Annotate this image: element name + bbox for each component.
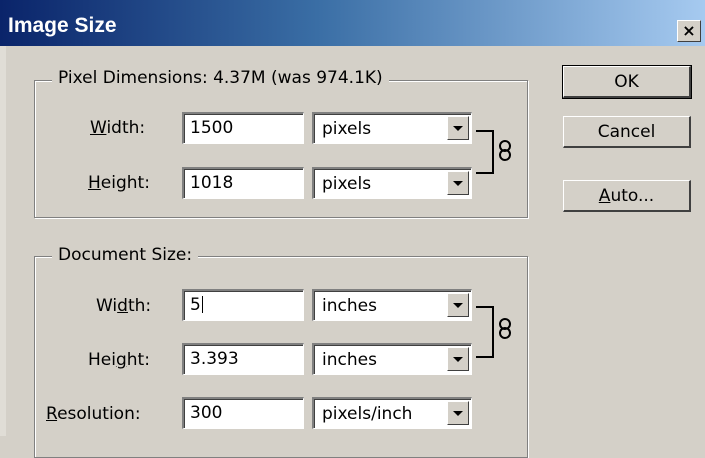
- window-edge: [0, 46, 6, 436]
- window-title: Image Size: [8, 14, 117, 37]
- dropdown-arrow-icon[interactable]: [447, 293, 469, 317]
- pixel-height-input[interactable]: 1018: [182, 167, 304, 199]
- pixel-height-label: Height:: [88, 173, 150, 193]
- resolution-input[interactable]: 300: [182, 397, 304, 429]
- dropdown-arrow-icon[interactable]: [447, 347, 469, 371]
- document-height-label: Height:: [88, 350, 150, 370]
- text-caret: [201, 296, 203, 313]
- pixel-width-input[interactable]: 1500: [182, 112, 304, 144]
- constrain-bracket: [476, 130, 494, 174]
- pixel-height-unit-select[interactable]: pixels: [312, 167, 472, 199]
- cancel-button[interactable]: Cancel: [563, 116, 691, 148]
- document-width-label: Width:: [96, 296, 152, 316]
- chain-link-icon: [498, 318, 512, 345]
- constrain-bracket: [476, 306, 494, 358]
- document-width-input[interactable]: 5: [182, 289, 304, 321]
- resolution-unit-select[interactable]: pixels/inch: [312, 397, 472, 429]
- document-height-input[interactable]: 3.393: [182, 343, 304, 375]
- dropdown-arrow-icon[interactable]: [447, 401, 469, 425]
- auto-button[interactable]: Auto...: [563, 180, 691, 212]
- document-height-unit-select[interactable]: inches: [312, 343, 472, 375]
- dropdown-arrow-icon[interactable]: [447, 116, 469, 140]
- chain-link-icon: [498, 140, 512, 167]
- document-size-legend: Document Size:: [52, 245, 199, 265]
- close-icon: ×: [682, 21, 696, 40]
- pixel-width-unit-select[interactable]: pixels: [312, 112, 472, 144]
- dropdown-arrow-icon[interactable]: [447, 171, 469, 195]
- close-button[interactable]: ×: [677, 20, 701, 42]
- ok-button[interactable]: OK: [562, 65, 692, 99]
- document-width-unit-select[interactable]: inches: [312, 289, 472, 321]
- resolution-label: Resolution:: [46, 404, 141, 424]
- pixel-dimensions-legend: Pixel Dimensions: 4.37M (was 974.1K): [52, 68, 389, 88]
- pixel-width-label: Width:: [90, 118, 146, 138]
